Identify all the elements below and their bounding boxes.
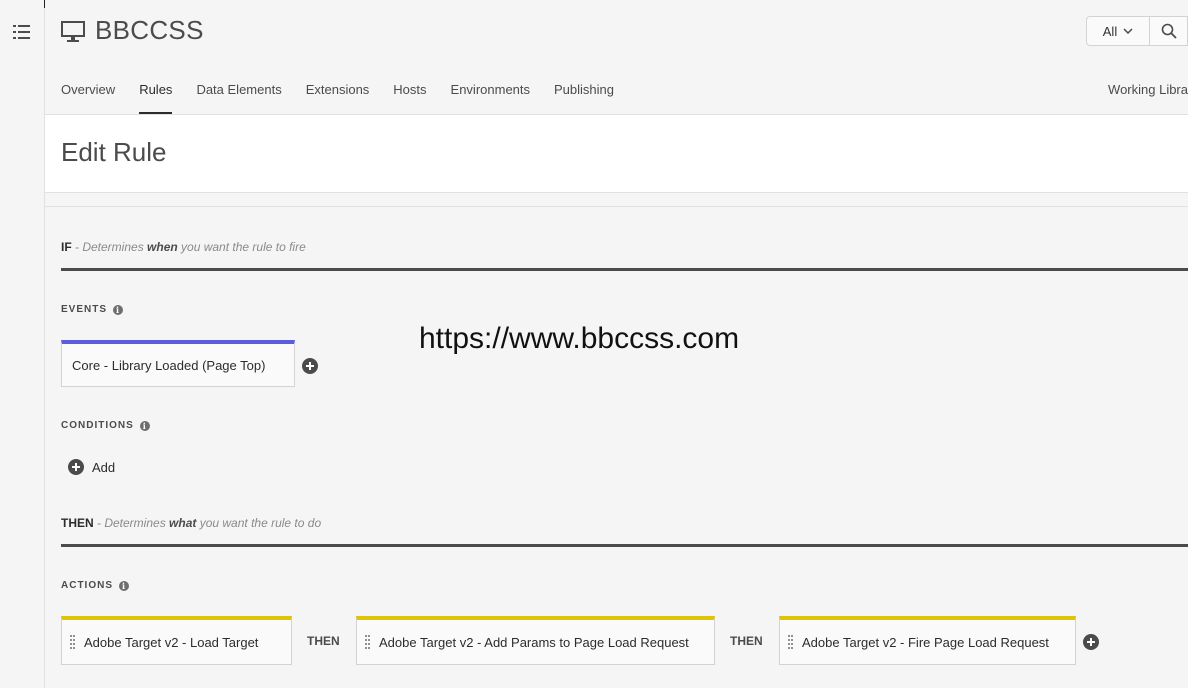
working-library-selector[interactable]: Working Libra (1108, 82, 1188, 97)
drag-handle-icon[interactable] (788, 634, 793, 650)
chevron-down-icon (1123, 28, 1133, 34)
monitor-icon (61, 21, 85, 42)
add-condition-button[interactable]: Add (68, 459, 115, 475)
property-header: BBCCSS All Overview Rules Data Elements … (45, 0, 1188, 115)
event-card[interactable]: Core - Library Loaded (Page Top) (61, 340, 295, 387)
then-section-heading: THEN - Determines what you want the rule… (61, 516, 321, 530)
then-desc-bold: what (169, 516, 197, 530)
tab-environments[interactable]: Environments (439, 82, 542, 114)
then-connector: THEN (730, 634, 763, 648)
property-tabs: Overview Rules Data Elements Extensions … (61, 82, 626, 114)
actions-label: ACTIONS i (61, 580, 129, 591)
add-event-icon[interactable] (302, 358, 318, 374)
search-icon (1161, 23, 1177, 39)
action-card[interactable]: Adobe Target v2 - Load Target (61, 616, 292, 665)
then-section-rule (61, 544, 1188, 547)
left-rail (0, 0, 45, 688)
tab-publishing[interactable]: Publishing (542, 82, 626, 114)
action-card[interactable]: Adobe Target v2 - Add Params to Page Loa… (356, 616, 715, 665)
watermark-text: https://www.bbccss.com (419, 322, 740, 355)
info-icon[interactable]: i (119, 580, 129, 591)
add-condition-label: Add (92, 459, 116, 475)
events-label: EVENTS i (61, 304, 124, 315)
drag-handle-icon[interactable] (365, 634, 370, 650)
add-icon (68, 459, 84, 475)
conditions-label: CONDITIONS i (61, 420, 150, 431)
search-scope-value: All (1102, 23, 1118, 39)
search-scope-select[interactable]: All (1086, 16, 1150, 46)
action-card-label: Adobe Target v2 - Fire Page Load Request (802, 634, 1049, 650)
search-button[interactable] (1150, 16, 1188, 46)
tab-extensions[interactable]: Extensions (294, 82, 382, 114)
title-bar: Edit Rule (45, 115, 1188, 193)
info-icon[interactable]: i (113, 304, 124, 315)
if-section-rule (61, 268, 1188, 271)
if-desc-pre: - Determines (71, 240, 148, 254)
if-section-heading: IF - Determines when you want the rule t… (61, 240, 306, 254)
drag-handle-icon[interactable] (70, 634, 75, 650)
actions-label-text: ACTIONS (61, 580, 113, 591)
action-card-label: Adobe Target v2 - Add Params to Page Loa… (379, 634, 689, 650)
search-group: All (1086, 16, 1188, 46)
event-card-label: Core - Library Loaded (Page Top) (72, 357, 266, 373)
page-title: Edit Rule (61, 137, 167, 167)
if-desc-bold: when (147, 240, 178, 254)
then-keyword: THEN (61, 516, 94, 530)
tab-rules[interactable]: Rules (127, 82, 184, 114)
if-desc-post: you want the rule to fire (177, 240, 306, 254)
list-menu-icon[interactable] (13, 24, 31, 40)
if-keyword: IF (61, 240, 72, 254)
divider (45, 206, 1188, 207)
then-desc-pre: - Determines (93, 516, 170, 530)
action-card-label: Adobe Target v2 - Load Target (84, 634, 259, 650)
add-action-icon[interactable] (1083, 634, 1099, 650)
tab-overview[interactable]: Overview (61, 82, 127, 114)
then-connector: THEN (307, 634, 340, 648)
info-icon[interactable]: i (139, 420, 150, 431)
conditions-label-text: CONDITIONS (61, 420, 134, 431)
action-card[interactable]: Adobe Target v2 - Fire Page Load Request (779, 616, 1076, 665)
tab-hosts[interactable]: Hosts (381, 82, 438, 114)
events-label-text: EVENTS (61, 304, 108, 315)
then-desc-post: you want the rule to do (196, 516, 322, 530)
tab-data-elements[interactable]: Data Elements (184, 82, 293, 114)
property-name: BBCCSS (95, 15, 204, 45)
